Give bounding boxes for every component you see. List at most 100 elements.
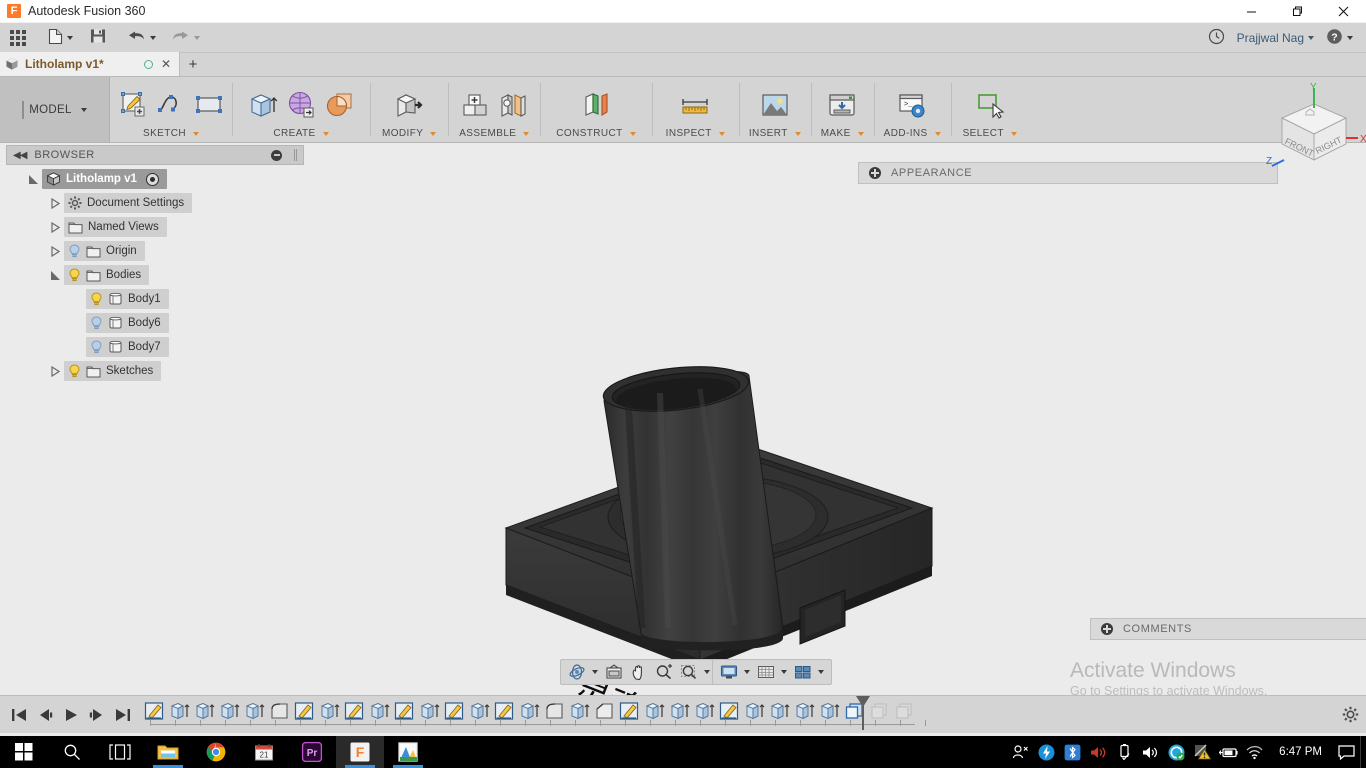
new-file-button[interactable] xyxy=(38,23,78,53)
volume-icon[interactable] xyxy=(1137,736,1163,768)
document-tab[interactable]: Litholamp v1* ✕ xyxy=(0,52,180,76)
timeline-settings-button[interactable] xyxy=(1334,706,1366,723)
redo-button[interactable] xyxy=(161,23,205,53)
expand-plus-icon[interactable] xyxy=(869,167,881,179)
timeline-feature-sketch[interactable] xyxy=(392,699,417,723)
browser-tree-row[interactable]: Document Settings xyxy=(6,193,304,213)
fusion360-button[interactable]: F xyxy=(336,736,384,768)
scripts-addins-icon[interactable]: >_ xyxy=(895,88,929,122)
offset-plane-icon[interactable] xyxy=(579,88,613,122)
save-button[interactable] xyxy=(78,23,111,53)
file-explorer-button[interactable] xyxy=(144,736,192,768)
browser-item-body7[interactable]: Body7 xyxy=(86,337,169,357)
timeline-feature-ghost[interactable] xyxy=(867,699,892,723)
select-icon[interactable] xyxy=(973,88,1007,122)
light-bulb-icon[interactable] xyxy=(90,292,103,306)
browser-item-document-settings[interactable]: Document Settings xyxy=(64,193,192,213)
timeline-feature-extrude[interactable] xyxy=(742,699,767,723)
notification-center-button[interactable] xyxy=(1332,736,1360,768)
chevron-right-icon[interactable] xyxy=(46,198,64,209)
timeline-feature-sketch[interactable] xyxy=(492,699,517,723)
jump-to-end-button[interactable] xyxy=(112,703,134,727)
battery-icon[interactable] xyxy=(1215,736,1241,768)
browser-tree-row[interactable]: Named Views xyxy=(6,217,304,237)
bluetooth-icon[interactable] xyxy=(1059,736,1085,768)
minimize-button[interactable] xyxy=(1228,0,1274,23)
ribbon-panel-label[interactable]: ASSEMBLE xyxy=(459,128,529,139)
chevron-down-icon[interactable] xyxy=(24,174,42,185)
user-account-menu[interactable]: Prajjwal Nag xyxy=(1232,23,1319,53)
close-button[interactable] xyxy=(1320,0,1366,23)
timeline-feature-fillet[interactable] xyxy=(542,699,567,723)
timeline-track[interactable] xyxy=(142,696,1334,734)
workspace-selector[interactable]: MODEL xyxy=(0,77,110,142)
timeline-feature-sketch[interactable] xyxy=(342,699,367,723)
timeline-feature-sketch[interactable] xyxy=(717,699,742,723)
timeline-feature-extrude[interactable] xyxy=(167,699,192,723)
browser-item-bodies[interactable]: Bodies xyxy=(64,265,149,285)
job-status-button[interactable] xyxy=(1203,23,1230,53)
press-pull-icon[interactable] xyxy=(392,88,426,122)
browser-item-body1[interactable]: Body1 xyxy=(86,289,169,309)
usb-icon[interactable] xyxy=(1111,736,1137,768)
chevron-down-icon[interactable] xyxy=(46,270,64,281)
ribbon-panel-label[interactable]: CONSTRUCT xyxy=(556,128,635,139)
speaker-mute-icon[interactable] xyxy=(1085,736,1111,768)
timeline-feature-extrude[interactable] xyxy=(667,699,692,723)
app-grid-button[interactable] xyxy=(0,23,38,53)
undo-button[interactable] xyxy=(111,23,161,53)
timeline-feature-extrude[interactable] xyxy=(467,699,492,723)
timeline-feature-extrude[interactable] xyxy=(567,699,592,723)
photos-button[interactable] xyxy=(384,736,432,768)
wifi-icon[interactable] xyxy=(1241,736,1267,768)
browser-tree-row[interactable]: Litholamp v1 xyxy=(6,169,304,189)
ribbon-panel-label[interactable]: ADD-INS xyxy=(884,128,941,139)
ribbon-panel-label[interactable]: CREATE xyxy=(273,128,328,139)
step-forward-button[interactable] xyxy=(86,703,108,727)
light-bulb-icon[interactable] xyxy=(68,244,81,258)
flash-icon[interactable] xyxy=(1033,736,1059,768)
play-button[interactable] xyxy=(60,703,82,727)
search-button[interactable] xyxy=(48,736,96,768)
light-bulb-icon[interactable] xyxy=(90,316,103,330)
display-settings-button[interactable] xyxy=(717,661,753,683)
view-cube[interactable]: FRONT RIGHT Y X Z xyxy=(1262,82,1366,174)
expand-plus-icon[interactable] xyxy=(1101,623,1113,635)
security-shield-icon[interactable] xyxy=(1163,736,1189,768)
spline-icon[interactable] xyxy=(154,88,188,122)
browser-tree-row[interactable]: Origin xyxy=(6,241,304,261)
browser-tree-row[interactable]: Body7 xyxy=(6,337,304,357)
timeline-feature-extrude[interactable] xyxy=(767,699,792,723)
timeline-feature-fillet[interactable] xyxy=(267,699,292,723)
light-bulb-icon[interactable] xyxy=(68,364,81,378)
pattern-icon[interactable] xyxy=(284,88,318,122)
chevron-right-icon[interactable] xyxy=(46,246,64,257)
browser-tree-row[interactable]: Sketches xyxy=(6,361,304,381)
create-sketch-icon[interactable] xyxy=(116,88,150,122)
taskbar-clock[interactable]: 6:47 PM xyxy=(1269,736,1332,768)
minimize-dot-icon[interactable] xyxy=(271,150,282,161)
help-menu-button[interactable]: ? xyxy=(1321,23,1358,53)
timeline-feature-extrude[interactable] xyxy=(692,699,717,723)
comments-panel[interactable]: COMMENTS xyxy=(1090,618,1366,640)
ribbon-panel-label[interactable]: SKETCH xyxy=(143,128,199,139)
joint-icon[interactable] xyxy=(496,88,530,122)
calendar-button[interactable]: 21 xyxy=(240,736,288,768)
rectangle-icon[interactable] xyxy=(192,88,226,122)
warning-triangle-icon[interactable] xyxy=(1189,736,1215,768)
browser-item-named-views[interactable]: Named Views xyxy=(64,217,167,237)
timeline-feature-extrude[interactable] xyxy=(367,699,392,723)
insert-image-icon[interactable] xyxy=(758,88,792,122)
browser-item-litholamp-v1[interactable]: Litholamp v1 xyxy=(42,169,167,189)
timeline-feature-extrude[interactable] xyxy=(792,699,817,723)
browser-tree-row[interactable]: Body1 xyxy=(6,289,304,309)
ribbon-panel-label[interactable]: MODIFY xyxy=(382,128,436,139)
people-icon[interactable] xyxy=(1007,736,1033,768)
light-bulb-icon[interactable] xyxy=(68,268,81,282)
panel-resize-grip[interactable] xyxy=(294,149,297,161)
timeline-feature-chamfer[interactable] xyxy=(592,699,617,723)
boolean-icon[interactable] xyxy=(322,88,356,122)
browser-tree-row[interactable]: Bodies xyxy=(6,265,304,285)
timeline-feature-extrude[interactable] xyxy=(217,699,242,723)
chevron-right-icon[interactable] xyxy=(46,366,64,377)
